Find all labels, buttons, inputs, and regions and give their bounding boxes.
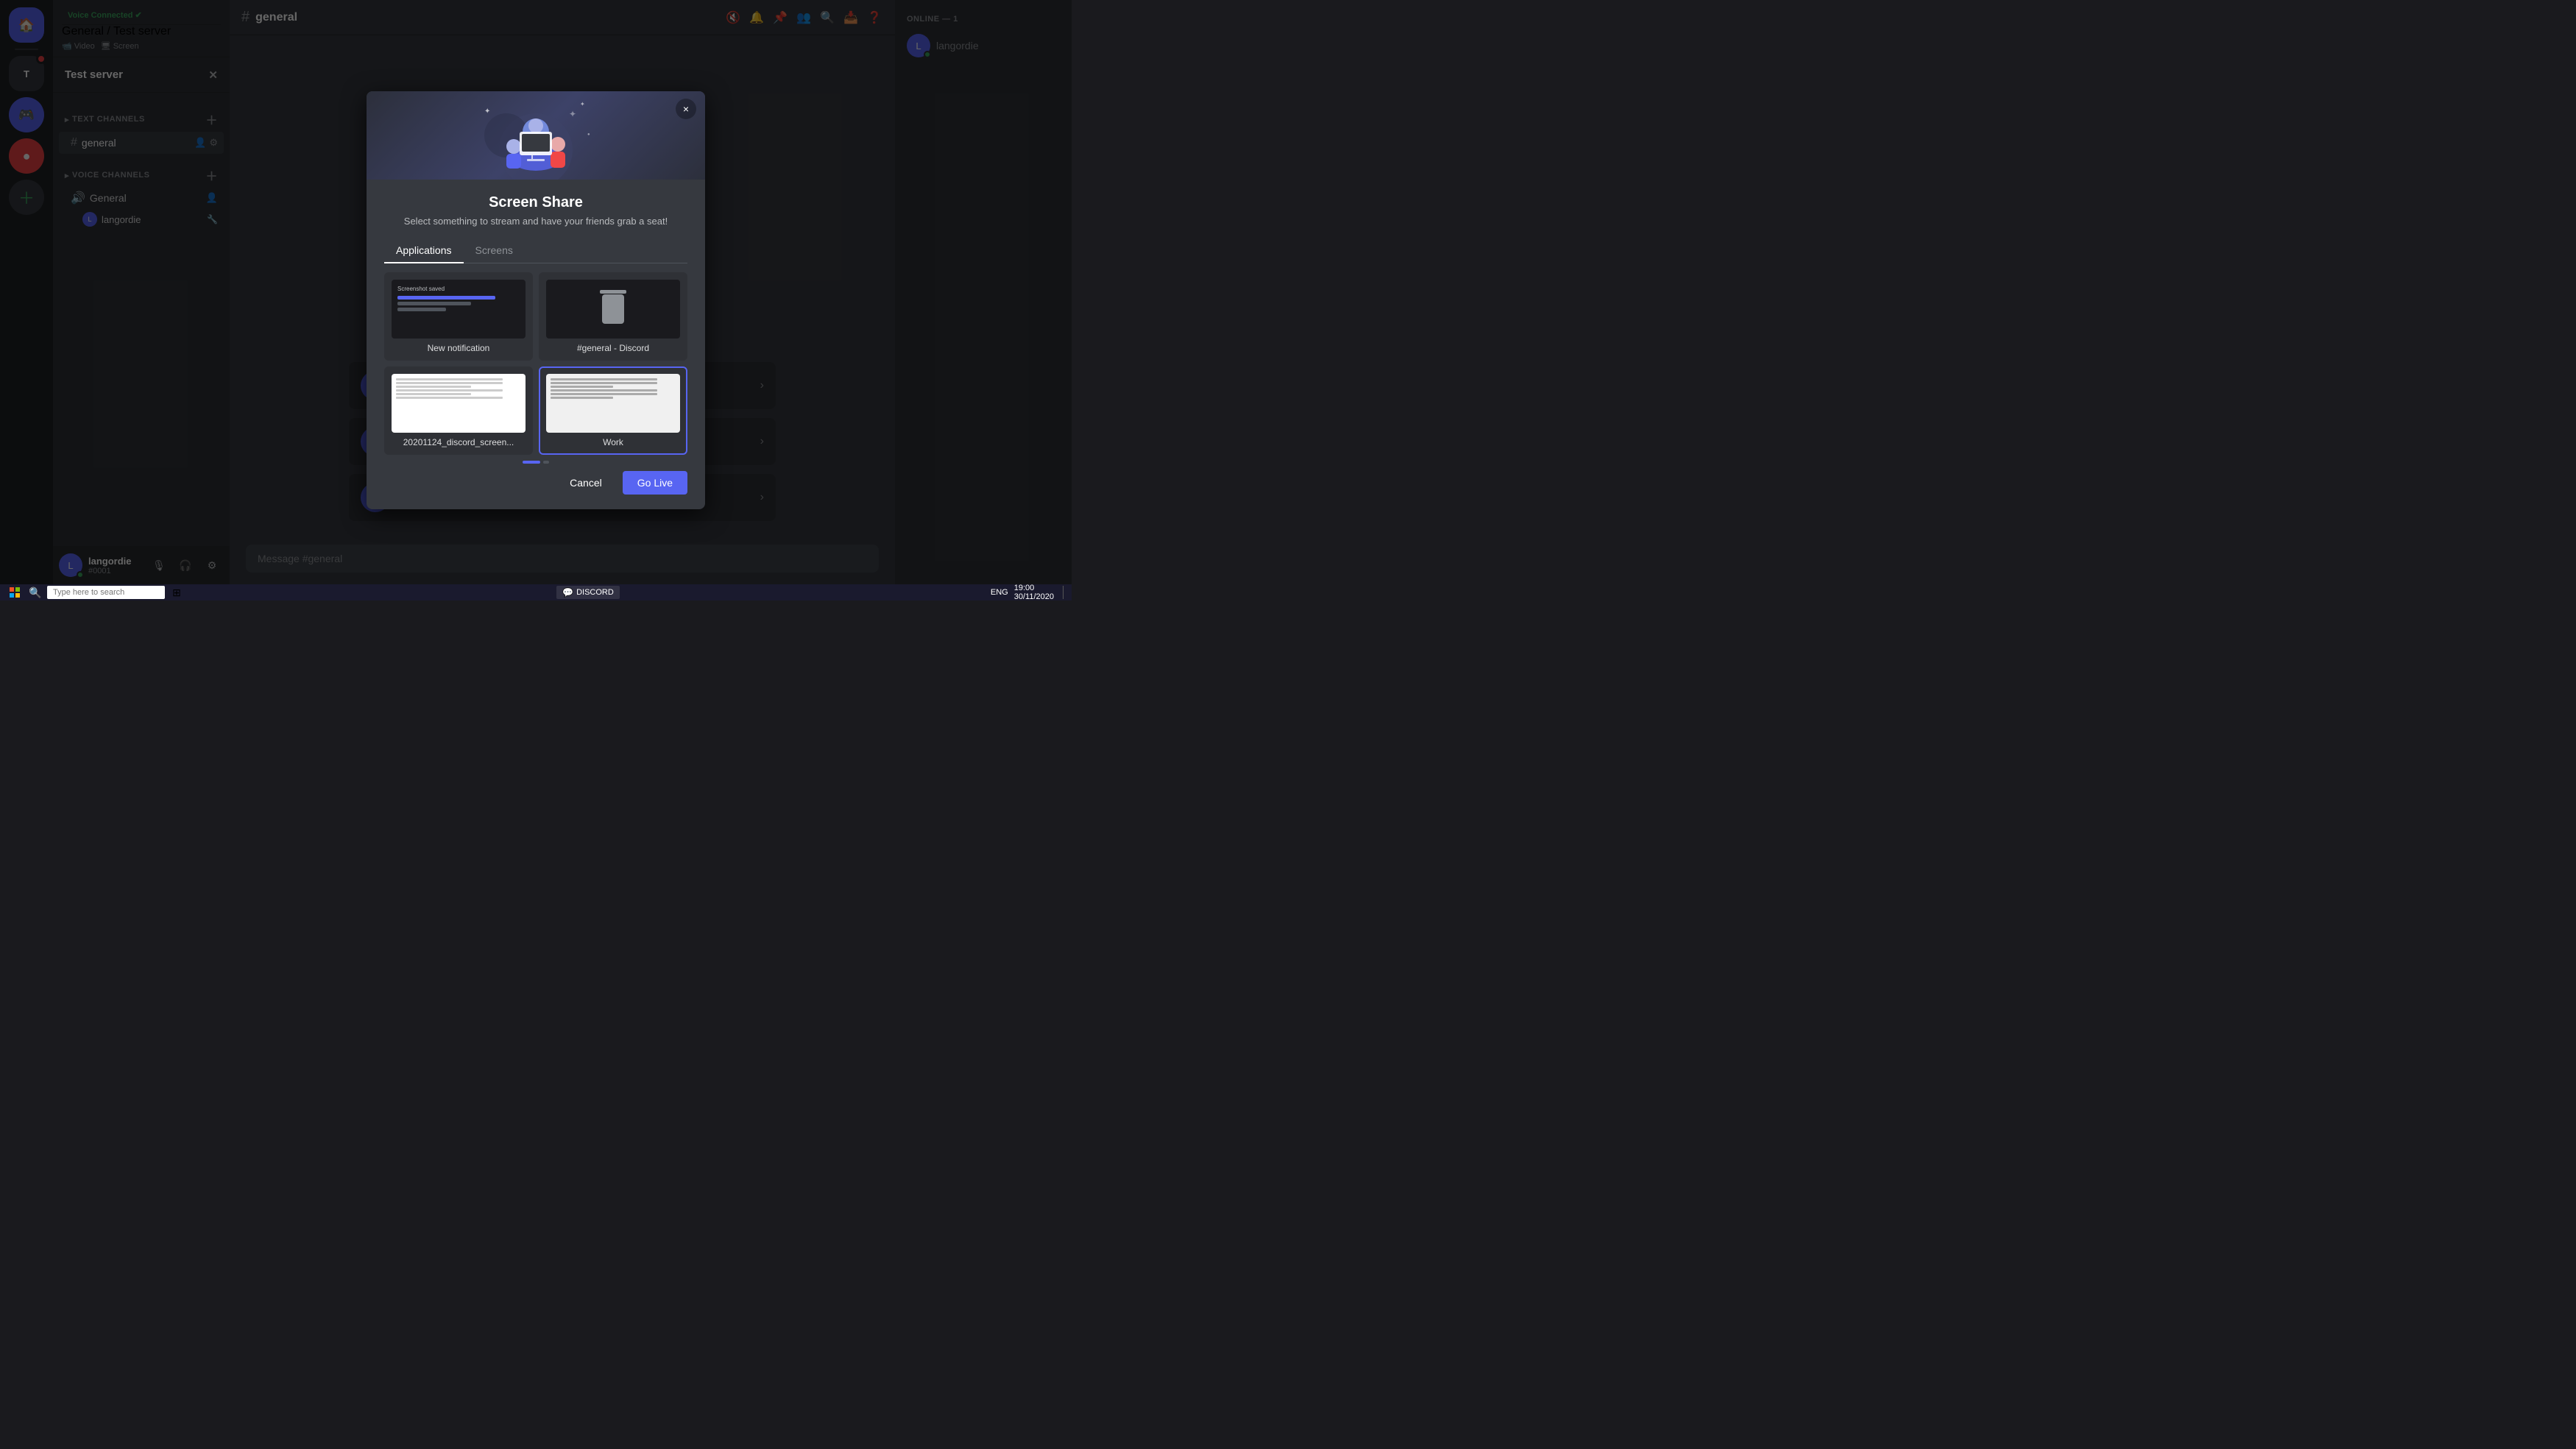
svg-text:✦: ✦ [484, 107, 490, 116]
taskbar-search-input[interactable] [47, 586, 165, 599]
app-card-new-notification[interactable]: Screenshot saved New notification [384, 272, 533, 361]
start-button[interactable] [6, 584, 24, 601]
scroll-dot-2 [543, 461, 549, 464]
app-label-discord: #general - Discord [546, 343, 680, 353]
taskbar-right: ENG 19:00 30/11/2020 [991, 584, 1066, 601]
discord-taskbar-app[interactable]: 💬 DISCORD [556, 586, 620, 599]
scroll-dot-1 [523, 461, 540, 464]
svg-text:✦: ✦ [580, 101, 585, 107]
notif-bar-1 [397, 296, 495, 300]
modal-close-button[interactable]: × [676, 99, 696, 119]
tab-applications[interactable]: Applications [384, 238, 464, 263]
taskbar: 🔍 ⊞ 💬 DISCORD ENG 19:00 30/11/2020 [0, 584, 1072, 600]
task-view-button[interactable]: ⊞ [168, 584, 185, 601]
app-card-work[interactable]: Work [539, 366, 687, 455]
taskbar-time-date: 19:00 30/11/2020 [1014, 584, 1054, 601]
app-thumb-work [546, 374, 680, 433]
scroll-indicator [384, 461, 687, 464]
modal-overlay[interactable]: ✦ ✦ ● ✦ × Screen Share Se [0, 0, 1072, 600]
modal-subtitle: Select something to stream and have your… [384, 216, 687, 227]
taskbar-lang: ENG [991, 588, 1008, 597]
notif-bar-3 [397, 308, 446, 311]
app-card-file[interactable]: 20201124_discord_screen... [384, 366, 533, 455]
modal-title: Screen Share [384, 194, 687, 211]
app-card-discord[interactable]: #general - Discord [539, 272, 687, 361]
taskbar-center: 💬 DISCORD [185, 586, 991, 599]
app-thumb-notification: Screenshot saved [392, 280, 526, 339]
app-thumb-file [392, 374, 526, 433]
modal-actions: Cancel Go Live [384, 468, 687, 497]
svg-text:✦: ✦ [569, 109, 576, 119]
svg-text:●: ● [587, 132, 590, 137]
cancel-button[interactable]: Cancel [555, 471, 617, 495]
modal-illustration: ✦ ✦ ● ✦ × [367, 91, 705, 180]
app-label-work: Work [546, 437, 680, 447]
app-grid: Screenshot saved New notification [384, 272, 687, 455]
taskbar-start: 🔍 ⊞ [6, 584, 185, 601]
app-thumb-discord [546, 280, 680, 339]
notif-bar-2 [397, 302, 471, 305]
modal-body: Screen Share Select something to stream … [367, 180, 705, 509]
discord-taskbar-icon: 💬 [562, 587, 573, 598]
go-live-button[interactable]: Go Live [623, 471, 687, 495]
modal-tabs: Applications Screens [384, 238, 687, 263]
tab-screens[interactable]: Screens [464, 238, 525, 263]
screen-share-modal: ✦ ✦ ● ✦ × Screen Share Se [367, 91, 705, 509]
search-taskbar-icon[interactable]: 🔍 [26, 584, 44, 601]
trash-icon [602, 294, 624, 324]
app-label-file: 20201124_discord_screen... [392, 437, 526, 447]
show-desktop-btn[interactable] [1063, 586, 1066, 599]
app-label-notification: New notification [392, 343, 526, 353]
